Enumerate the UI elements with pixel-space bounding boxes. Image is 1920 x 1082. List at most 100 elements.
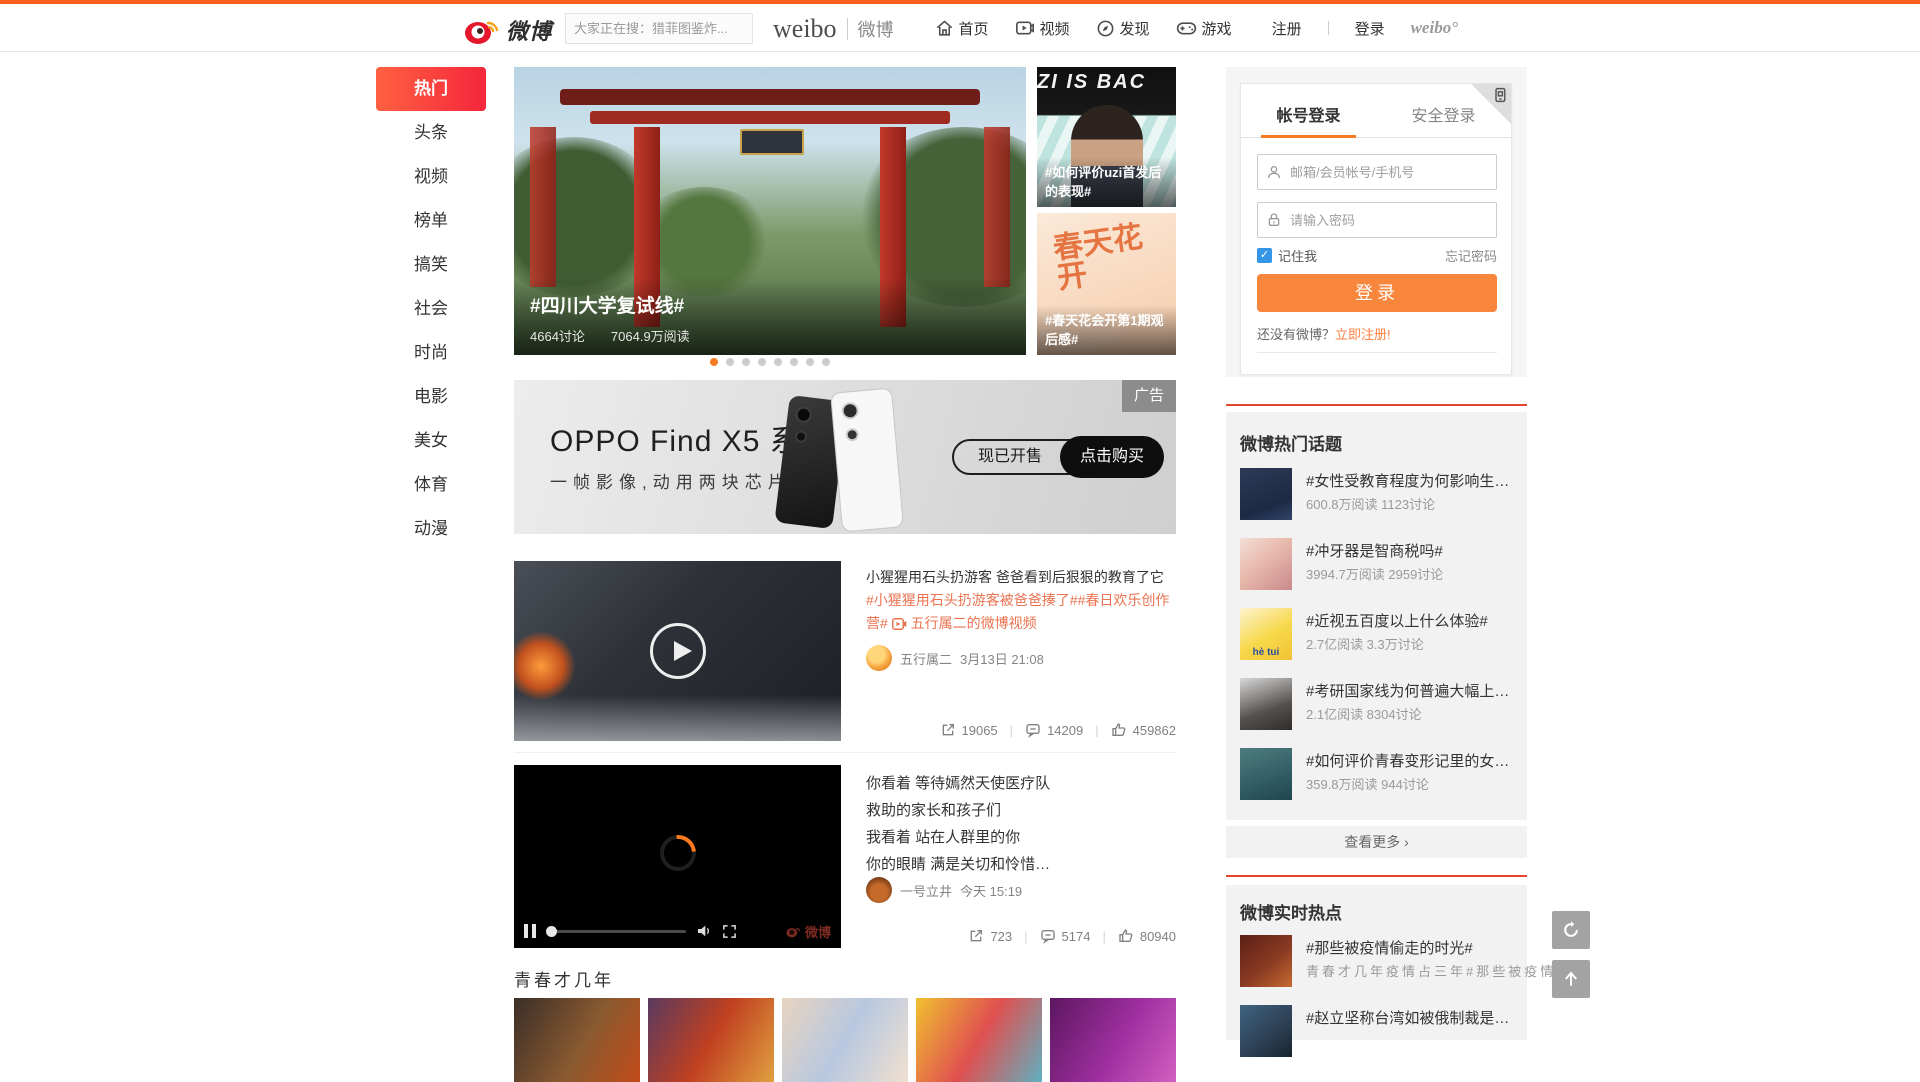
post2-share-button[interactable]: 723: [968, 928, 1012, 944]
lock-icon: [1266, 212, 1282, 228]
carousel-title[interactable]: #四川大学复试线#: [530, 291, 1010, 318]
sidebar-item-hot[interactable]: 热门: [376, 67, 486, 111]
video-progress-bar[interactable]: [546, 930, 686, 933]
feed-thumbnail[interactable]: [648, 998, 774, 1082]
phone-image-white: [830, 388, 904, 533]
refresh-button[interactable]: [1552, 911, 1590, 949]
feed-thumbnail[interactable]: [782, 998, 908, 1082]
thumbs-up-icon: [1111, 722, 1127, 738]
video-link-icon: [892, 618, 907, 630]
video-controls: 微博: [514, 914, 841, 948]
carousel-main-slide[interactable]: #四川大学复试线# 4664讨论 7064.9万阅读: [514, 67, 1026, 355]
tab-safe-login[interactable]: 安全登录: [1376, 100, 1511, 137]
signup-link[interactable]: 立即注册!: [1335, 327, 1391, 342]
remember-checkbox[interactable]: ✓: [1257, 248, 1272, 263]
sidebar-item-anime[interactable]: 动漫: [376, 507, 486, 551]
realtime-thumbnail: [1240, 1005, 1292, 1057]
sidebar-item-rank[interactable]: 榜单: [376, 199, 486, 243]
refresh-icon: [1561, 920, 1581, 940]
nav-register[interactable]: 注册: [1272, 18, 1302, 39]
remember-row: ✓ 记住我 忘记密码: [1257, 246, 1497, 265]
comment-icon: [1025, 722, 1041, 738]
post2-time: 今天 15:19: [960, 881, 1022, 900]
post2-text[interactable]: 你看着 等待嫣然天使医疗队 救助的家长和孩子们 我看着 站在人群里的你 你的眼睛…: [866, 770, 1178, 878]
post1-video-link[interactable]: 五行属二的微博视频: [911, 615, 1037, 631]
thumbnail-decor: [514, 695, 841, 741]
weibo-watermark: 微博: [786, 922, 831, 941]
back-to-top-button[interactable]: [1552, 960, 1590, 998]
sidebar-item-headlines[interactable]: 头条: [376, 111, 486, 155]
sidebar-item-movie[interactable]: 电影: [376, 375, 486, 419]
post1-text[interactable]: 小猩猩用石头扔游客 爸爸看到后狠狠的教育了它 #小猩猩用石头扔游客被爸爸揍了##…: [866, 566, 1178, 635]
ad-buy-button[interactable]: 点击购买: [1060, 436, 1164, 478]
realtime-item[interactable]: #赵立坚称台湾如被俄制裁是咎由自…: [1240, 1005, 1513, 1067]
remember-label: 记住我: [1278, 246, 1317, 265]
post1-time: 3月13日 21:08: [960, 649, 1044, 668]
sidebar-item-beauty[interactable]: 美女: [376, 419, 486, 463]
account-input[interactable]: [1290, 165, 1488, 180]
nav-home[interactable]: 首页: [935, 18, 989, 39]
section-divider-red: [1226, 875, 1527, 877]
post1-author-name[interactable]: 五行属二: [900, 649, 952, 668]
carousel-dot[interactable]: [774, 358, 782, 366]
topic-item[interactable]: #冲牙器是智商税吗# 3994.7万阅读 2959讨论: [1240, 538, 1513, 600]
search-box[interactable]: [565, 13, 753, 44]
carousel-side-slide-spring[interactable]: 春天花开 #春天花会开第1期观后感#: [1037, 213, 1176, 355]
weibo-logo[interactable]: 微博: [464, 14, 552, 46]
topic-item[interactable]: #如何评价青春变形记里的女性力量# 359.8万阅读 944讨论: [1240, 748, 1513, 810]
view-more-button[interactable]: 查看更多 ›: [1226, 826, 1527, 858]
carousel-side-slide-uzi[interactable]: ZI IS BAC #如何评价uzi首发后的表现#: [1037, 67, 1176, 207]
main-column: #四川大学复试线# 4664讨论 7064.9万阅读 ZI IS BAC #如何…: [514, 0, 1176, 1040]
topic-item[interactable]: #考研国家线为何普遍大幅上涨# 2.1亿阅读 8304讨论: [1240, 678, 1513, 740]
post2-avatar[interactable]: [866, 877, 892, 903]
sidebar-item-funny[interactable]: 搞笑: [376, 243, 486, 287]
carousel-dot[interactable]: [758, 358, 766, 366]
post2-like-button[interactable]: 80940: [1118, 928, 1176, 944]
nav-discover[interactable]: 发现: [1096, 18, 1150, 39]
forgot-password-link[interactable]: 忘记密码: [1445, 246, 1497, 265]
sidebar-item-fashion[interactable]: 时尚: [376, 331, 486, 375]
volume-icon[interactable]: [696, 924, 712, 938]
post1-video-thumbnail[interactable]: [514, 561, 841, 741]
login-divider: [1257, 352, 1497, 353]
post1-like-button[interactable]: 459862: [1111, 722, 1176, 738]
login-tabs: 帐号登录 安全登录: [1241, 100, 1511, 138]
post2-stats: 723 | 5174 | 80940: [968, 928, 1176, 944]
nav-login[interactable]: 登录: [1355, 18, 1385, 39]
post1-share-button[interactable]: 19065: [940, 722, 998, 738]
login-button[interactable]: 登录: [1257, 274, 1497, 312]
tab-account-login[interactable]: 帐号登录: [1241, 100, 1376, 137]
post2-video-thumbnail[interactable]: 微博: [514, 765, 841, 948]
post2-comment-button[interactable]: 5174: [1040, 928, 1091, 944]
sidebar-item-video[interactable]: 视频: [376, 155, 486, 199]
topic-item[interactable]: hè tui #近视五百度以上什么体验# 2.7亿阅读 3.3万讨论: [1240, 608, 1513, 670]
realtime-item[interactable]: #那些被疫情偷走的时光# 青春才几年疫情占三年#那些被疫情…: [1240, 935, 1513, 997]
carousel-dot[interactable]: [822, 358, 830, 366]
carousel-dot[interactable]: [790, 358, 798, 366]
search-input[interactable]: [574, 21, 750, 36]
fullscreen-icon[interactable]: [722, 924, 737, 939]
feed-thumbnail[interactable]: [916, 998, 1042, 1082]
topic-item[interactable]: #女性受教育程度为何影响生育意愿# 600.8万阅读 1123讨论: [1240, 468, 1513, 530]
post2-author-name[interactable]: 一号立井: [900, 881, 952, 900]
topic-thumbnail: [1240, 748, 1292, 800]
sidebar-item-society[interactable]: 社会: [376, 287, 486, 331]
password-input[interactable]: [1290, 213, 1488, 228]
nav-game[interactable]: 游戏: [1176, 18, 1232, 39]
carousel-dot[interactable]: [710, 358, 718, 366]
feed-thumbnail[interactable]: [514, 998, 640, 1082]
pause-button[interactable]: [524, 924, 536, 938]
nav-video[interactable]: 视频: [1015, 18, 1070, 39]
sidebar-item-sports[interactable]: 体育: [376, 463, 486, 507]
carousel-dot[interactable]: [806, 358, 814, 366]
ad-cta: 现已开售 点击购买: [952, 436, 1164, 478]
play-button-icon[interactable]: [650, 623, 706, 679]
carousel-dot[interactable]: [742, 358, 750, 366]
post1-comment-button[interactable]: 14209: [1025, 722, 1083, 738]
ad-banner-oppo[interactable]: 广告 OPPO Find X5 系列 一帧影像,动用两块芯片 现已开售 点击购买: [514, 380, 1176, 534]
feed-thumbnail[interactable]: [1050, 998, 1176, 1082]
carousel-dot[interactable]: [726, 358, 734, 366]
post1-avatar[interactable]: [866, 645, 892, 671]
feed-thumbnail-row: [514, 998, 1176, 1082]
post1-stats: 19065 | 14209 | 459862: [940, 722, 1176, 738]
